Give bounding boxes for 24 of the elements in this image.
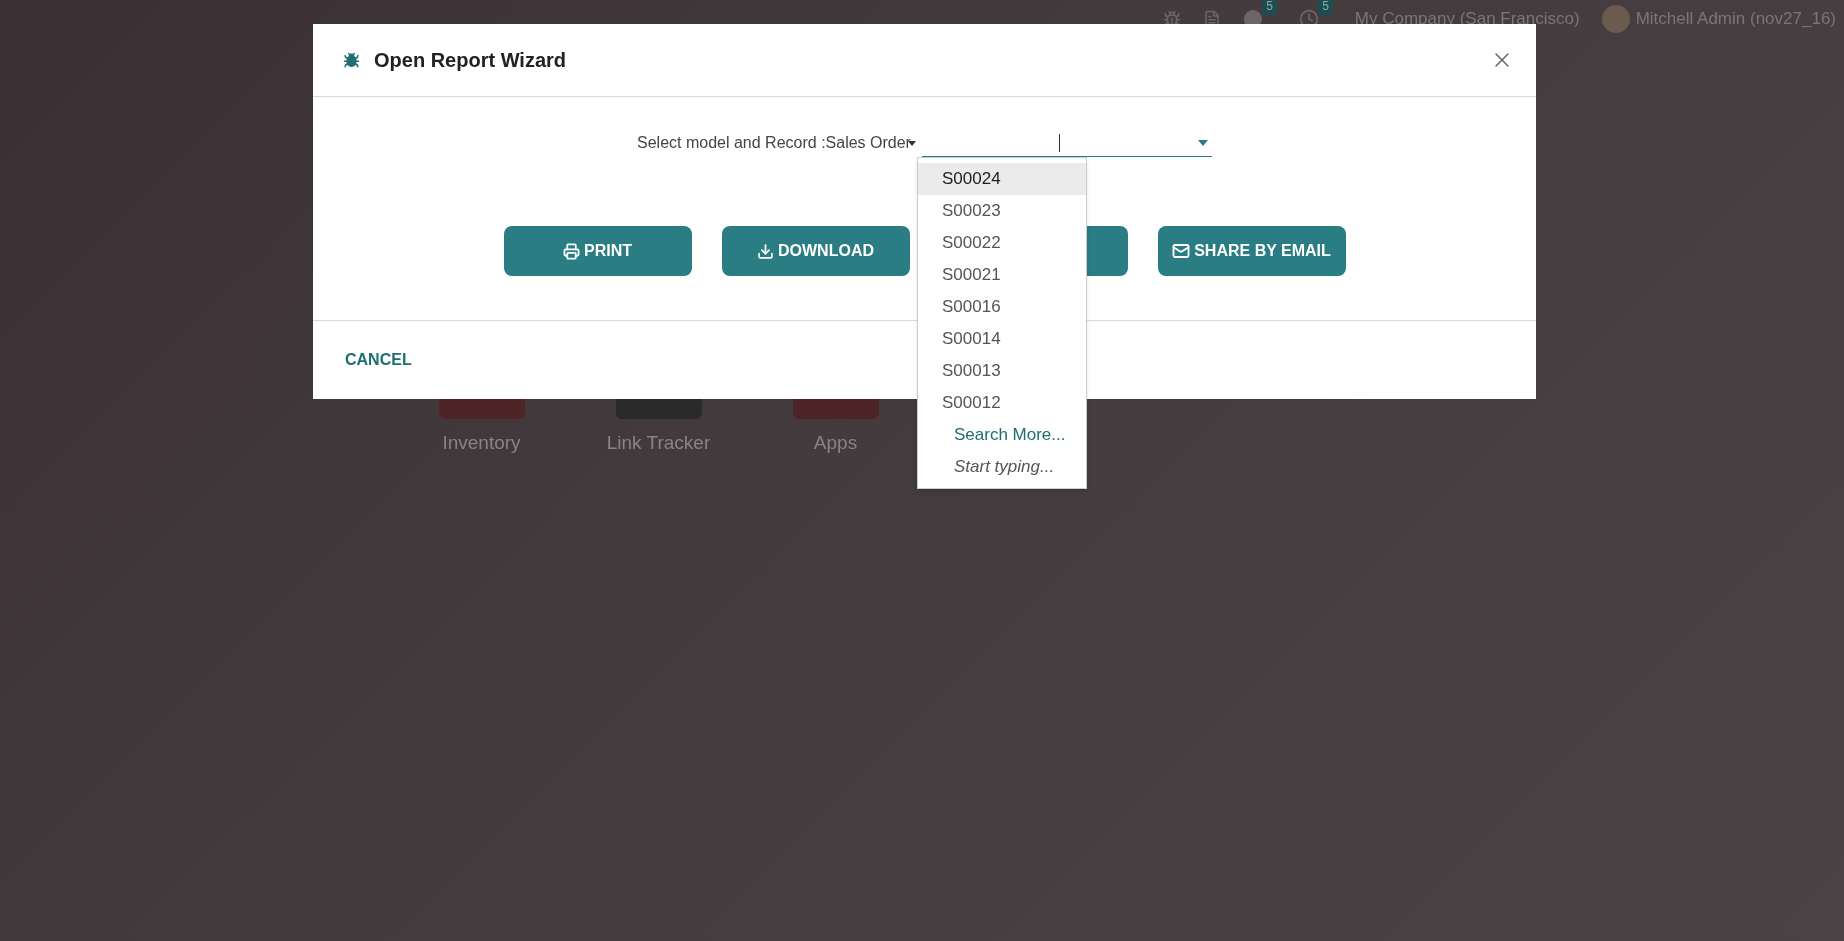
bug-icon [343,51,360,69]
download-icon [757,242,774,260]
dialog-title: Open Report Wizard [374,48,567,73]
dropdown-item[interactable]: S00023 [918,195,1086,227]
model-select[interactable]: Sales Order [825,131,916,155]
count-badge: 5 [1262,0,1277,15]
printer-icon [563,242,580,260]
download-button[interactable]: DOWNLOAD [721,226,910,276]
cancel-button[interactable]: CANCEL [345,348,412,372]
envelope-icon [1172,242,1191,260]
dropdown-item[interactable]: S00014 [918,323,1086,355]
dropdown-item[interactable]: S00016 [918,291,1086,323]
caret-icon [1197,139,1208,146]
dropdown-item[interactable]: S00013 [918,355,1086,387]
print-button[interactable]: PRINT [503,226,692,276]
search-more-link[interactable]: Search More... [918,419,1086,451]
hint-text: Start typing... [953,456,1056,479]
dropdown-item[interactable]: S00021 [918,259,1086,291]
dropdown-item[interactable]: S00022 [918,227,1086,259]
dropdown-item[interactable]: S00012 [918,387,1086,419]
field-label: Select model and Record : [637,133,826,153]
count-badge: 5 [1318,0,1333,15]
email-button[interactable]: SHARE BY EMAIL [1157,226,1346,276]
dropdown-item[interactable]: S00024 [918,163,1086,195]
